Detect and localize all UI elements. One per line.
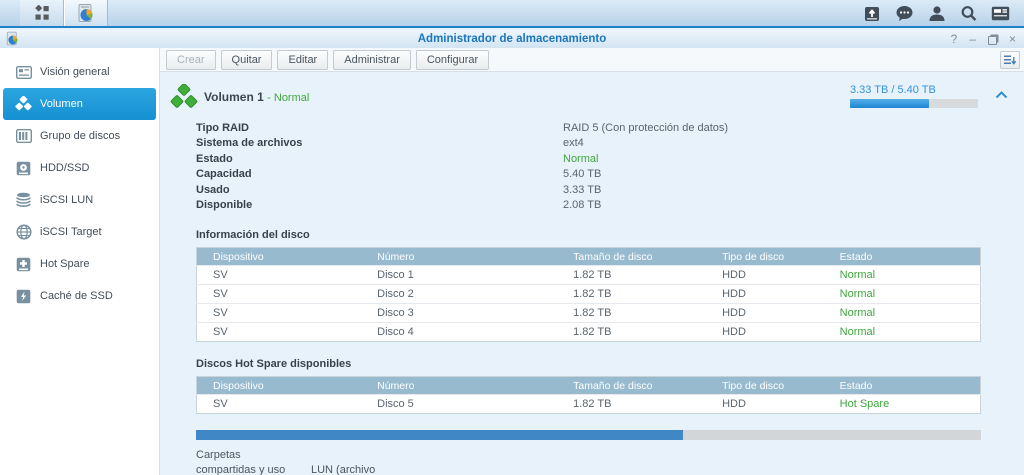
- usage-stats: Carpetas compartidas y uso del sistema 3…: [196, 448, 1014, 475]
- sidebar-item-label: HDD/SSD: [40, 162, 90, 174]
- sidebar-item-volumen[interactable]: Volumen: [3, 88, 156, 120]
- sidebar-item-grupo-de-discos[interactable]: Grupo de discos: [3, 120, 156, 152]
- estado-value: Normal: [563, 153, 598, 165]
- sort-icon: [1004, 55, 1016, 66]
- volume-status: - Normal: [267, 92, 309, 104]
- table-header-row: Dispositivo Número Tamaño de disco Tipo …: [197, 377, 981, 395]
- overview-icon: [15, 66, 32, 79]
- hot-spare-section: Discos Hot Spare disponibles Dispositivo…: [196, 358, 981, 414]
- storage-manager-icon: [76, 3, 96, 23]
- volume-status-text: Normal: [274, 92, 309, 104]
- widgets-panel-icon[interactable]: [991, 6, 1010, 21]
- crear-button[interactable]: Crear: [166, 50, 216, 70]
- window-titlebar: Administrador de almacenamiento ? – ×: [0, 30, 1024, 48]
- restore-button[interactable]: [988, 36, 997, 45]
- search-icon[interactable]: [960, 5, 977, 22]
- quitar-button[interactable]: Quitar: [221, 50, 273, 70]
- toolbar: Crear Quitar Editar Administrar Configur…: [160, 48, 1024, 72]
- sidebar-item-label: iSCSI LUN: [40, 194, 93, 206]
- collapse-chevron-icon[interactable]: [995, 90, 1008, 102]
- user-account-icon[interactable]: [928, 5, 946, 22]
- help-button[interactable]: ?: [951, 32, 958, 46]
- sidebar-item-hot-spare[interactable]: Hot Spare: [3, 248, 156, 280]
- window-controls: ? – ×: [951, 32, 1016, 46]
- sidebar-item-label: Grupo de discos: [40, 130, 120, 142]
- detail-row: Usado3.33 TB: [196, 182, 1014, 198]
- hot-spare-title: Discos Hot Spare disponibles: [196, 358, 981, 370]
- sidebar-item-hdd-ssd[interactable]: HDD/SSD: [3, 152, 156, 184]
- stat-shared-folders: Carpetas compartidas y uso del sistema 3…: [196, 448, 291, 475]
- detail-row: Sistema de archivosext4: [196, 136, 1014, 152]
- volume-name: Volumen 1: [204, 90, 264, 104]
- close-button[interactable]: ×: [1009, 32, 1016, 46]
- stat-available: Disponible 2.1TB: [451, 448, 513, 475]
- hot-spare-table: Dispositivo Número Tamaño de disco Tipo …: [196, 376, 981, 414]
- volume-title: Volumen 1 - Normal: [204, 90, 309, 104]
- table-row[interactable]: SVDisco 21.82 TBHDDNormal: [197, 285, 981, 304]
- volume-header[interactable]: Volumen 1 - Normal 3.33 TB / 5.40 TB: [168, 82, 1014, 118]
- taskbar-tray: [864, 0, 1024, 26]
- hdd-icon: [15, 161, 32, 176]
- detail-row: Tipo RAIDRAID 5 (Con protección de datos…: [196, 120, 1014, 136]
- sidebar-item-iscsi-target[interactable]: iSCSI Target: [3, 216, 156, 248]
- disk-info-section: Información del disco Dispositivo Número…: [196, 229, 981, 342]
- table-row[interactable]: SVDisco 31.82 TBHDDNormal: [197, 304, 981, 323]
- administrar-button[interactable]: Administrar: [333, 50, 411, 70]
- main-menu-icon: [34, 5, 50, 21]
- sidebar-item-label: Caché de SSD: [40, 290, 113, 302]
- volume-usage-track: [850, 99, 978, 108]
- detail-row: Disponible2.08 TB: [196, 198, 1014, 214]
- notifications-icon[interactable]: [895, 5, 914, 22]
- background-tasks-icon[interactable]: [864, 5, 881, 22]
- volume-usage-fill: [850, 99, 929, 108]
- storage-manager-window: Visión general Volumen Grupo de discos H…: [0, 48, 1024, 475]
- table-row[interactable]: SVDisco 51.82 TBHDDHot Spare: [197, 395, 981, 414]
- detail-row: Capacidad5.40 TB: [196, 167, 1014, 183]
- main-panel: Crear Quitar Editar Administrar Configur…: [160, 48, 1024, 475]
- sidebar: Visión general Volumen Grupo de discos H…: [0, 48, 160, 475]
- volume-icon: [15, 96, 32, 112]
- table-row[interactable]: SVDisco 41.82 TBHDDNormal: [197, 323, 981, 342]
- summary-usage-bar: [196, 430, 981, 440]
- sidebar-item-label: Volumen: [40, 98, 83, 110]
- sidebar-item-label: iSCSI Target: [40, 226, 102, 238]
- configurar-button[interactable]: Configurar: [416, 50, 489, 70]
- volume-usage-widget: 3.33 TB / 5.40 TB: [850, 84, 978, 108]
- iscsi-lun-icon: [15, 192, 32, 208]
- sidebar-item-iscsi-lun[interactable]: iSCSI LUN: [3, 184, 156, 216]
- sidebar-item-label: Visión general: [40, 66, 110, 78]
- editar-button[interactable]: Editar: [277, 50, 328, 70]
- sidebar-item-cache-ssd[interactable]: Caché de SSD: [3, 280, 156, 312]
- main-menu-button[interactable]: [20, 0, 64, 26]
- disk-group-icon: [15, 129, 32, 143]
- minimize-button[interactable]: –: [969, 32, 976, 46]
- volume-cubes-icon: [170, 84, 198, 114]
- storage-manager-taskbar-button[interactable]: [64, 0, 108, 26]
- iscsi-target-icon: [15, 224, 32, 240]
- sidebar-item-vision-general[interactable]: Visión general: [3, 56, 156, 88]
- window-title: Administrador de almacenamiento: [0, 33, 1024, 45]
- table-header-row: Dispositivo Número Tamaño de disco Tipo …: [197, 248, 981, 266]
- volume-usage-text: 3.33 TB / 5.40 TB: [850, 84, 978, 96]
- hot-spare-icon: [15, 257, 32, 272]
- desktop-taskbar: [0, 0, 1024, 28]
- sidebar-item-label: Hot Spare: [40, 258, 90, 270]
- volume-panel: Volumen 1 - Normal 3.33 TB / 5.40 TB: [160, 72, 1024, 475]
- stat-lun: LUN (archivo normal) 0Bytes: [311, 448, 401, 475]
- disk-info-table: Dispositivo Número Tamaño de disco Tipo …: [196, 247, 981, 342]
- summary-bar-fill: [196, 430, 683, 440]
- volume-details: Tipo RAIDRAID 5 (Con protección de datos…: [196, 120, 1014, 213]
- ssd-cache-icon: [15, 289, 32, 304]
- detail-row: EstadoNormal: [196, 151, 1014, 167]
- table-row[interactable]: SVDisco 11.82 TBHDDNormal: [197, 266, 981, 285]
- sort-button[interactable]: [1000, 51, 1020, 69]
- disk-info-title: Información del disco: [196, 229, 981, 241]
